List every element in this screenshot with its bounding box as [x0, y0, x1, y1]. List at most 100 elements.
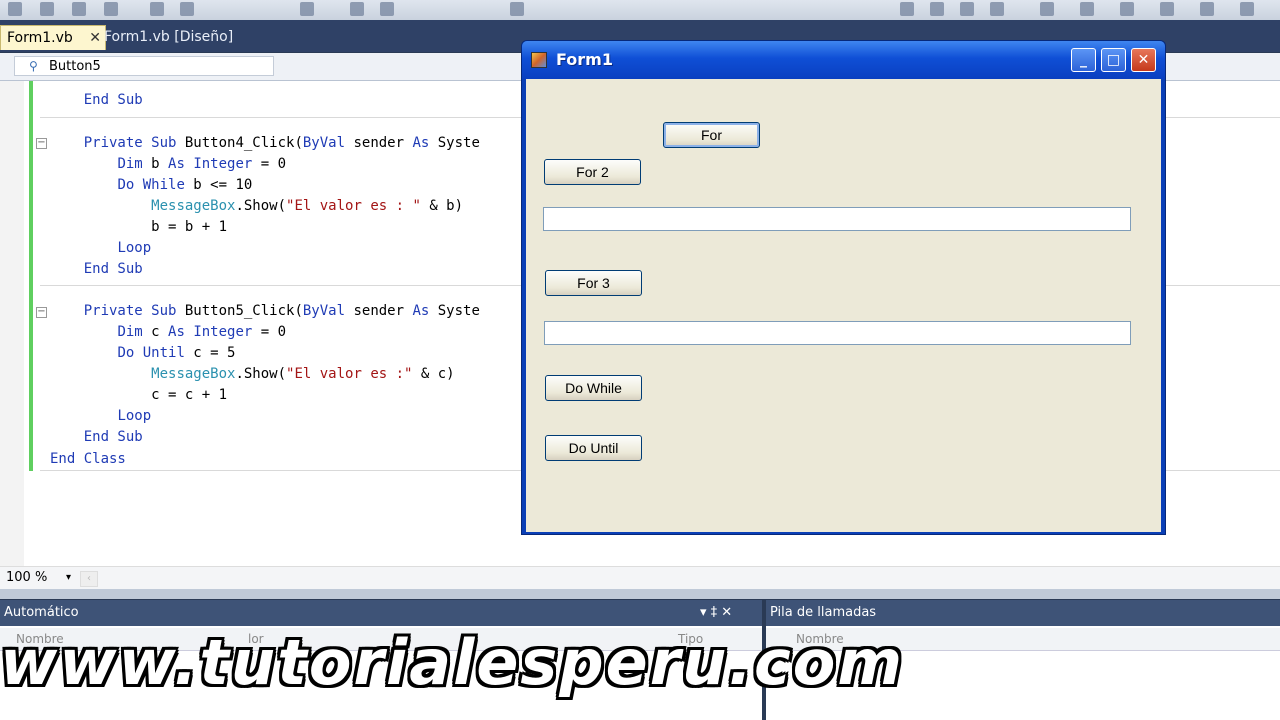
toolbar-icon[interactable] — [40, 2, 54, 16]
code-token: End Sub — [50, 92, 143, 108]
code-line: Private Sub Button4_Click(ByVal sender A… — [50, 133, 480, 154]
code-token: = 0 — [252, 156, 287, 172]
minimize-button[interactable]: _ — [1071, 48, 1096, 72]
code-token: Dim — [117, 324, 143, 340]
combo-value: Button5 — [49, 59, 101, 74]
do-until-button[interactable]: Do Until — [545, 435, 642, 461]
toolbar-icon[interactable] — [180, 2, 194, 16]
close-button[interactable]: ✕ — [1131, 48, 1156, 72]
toolbar-icon[interactable] — [8, 2, 22, 16]
code-token: End Sub — [83, 261, 143, 277]
code-token: Do Until — [117, 345, 185, 361]
code-line: End Sub — [50, 90, 143, 111]
code-token: Private Sub — [83, 135, 177, 151]
form-client-area: For For 2 For 3 Do While Do Until — [526, 79, 1161, 532]
panel-title: Automático ▾ ‡ ✕ — [0, 600, 762, 626]
tab-form1-design[interactable]: Form1.vb [Diseño] — [98, 25, 239, 49]
toolbar-icon[interactable] — [150, 2, 164, 16]
code-token: & c) — [412, 366, 455, 382]
code-token: & b) — [420, 198, 464, 214]
member-combo[interactable]: ⚲ Button5 — [14, 56, 274, 76]
tab-label: Form1.vb — [7, 30, 73, 46]
toolbar-icon[interactable] — [990, 2, 1004, 16]
toolbar-icon[interactable] — [930, 2, 944, 16]
toolbar-icon[interactable] — [960, 2, 974, 16]
toolbar-icon[interactable] — [300, 2, 314, 16]
code-line: Do Until c = 5 — [50, 343, 235, 364]
code-token: MessageBox — [151, 198, 236, 214]
code-token: Private Sub — [83, 303, 177, 319]
code-token: Loop — [117, 240, 152, 256]
code-line: Do While b <= 10 — [50, 175, 252, 196]
code-token: "El valor es : " — [286, 198, 421, 214]
tab-label: Form1.vb [Diseño] — [104, 29, 234, 45]
button-icon: ⚲ — [29, 59, 38, 73]
code-line: End Class — [50, 449, 126, 470]
code-token: .Show( — [235, 366, 287, 382]
code-token: ByVal — [302, 135, 346, 151]
code-line: b = b + 1 — [50, 217, 227, 238]
code-token: As — [412, 135, 430, 151]
toolbar-icon[interactable] — [1080, 2, 1094, 16]
scroll-left-icon[interactable]: ‹ — [80, 571, 98, 587]
maximize-button[interactable]: □ — [1101, 48, 1126, 72]
code-token: c = c + 1 — [50, 387, 228, 403]
watermark: www.tutorialesperu.com — [0, 626, 904, 699]
form-icon — [531, 52, 547, 68]
panel-title-label: Pila de llamadas — [770, 605, 877, 620]
toolbar-icon[interactable] — [350, 2, 364, 16]
do-while-button[interactable]: Do While — [545, 375, 642, 401]
chevron-down-icon[interactable]: ▾ — [66, 567, 71, 589]
change-marker — [29, 81, 33, 471]
toolbar-icon[interactable] — [1200, 2, 1214, 16]
code-token: Do While — [117, 177, 185, 193]
toolbar-icon[interactable] — [510, 2, 524, 16]
textbox-1[interactable] — [543, 207, 1131, 231]
collapse-icon[interactable]: − — [36, 307, 47, 318]
code-token: .Show( — [235, 198, 287, 214]
code-token: = 0 — [252, 324, 287, 340]
toolbar-icon[interactable] — [380, 2, 394, 16]
code-token: b <= 10 — [184, 177, 253, 193]
toolbar-icon[interactable] — [900, 2, 914, 16]
for3-button[interactable]: For 3 — [545, 270, 642, 296]
code-token: End Sub — [83, 429, 143, 445]
code-token: sender — [345, 303, 413, 319]
textbox-2[interactable] — [544, 321, 1131, 345]
code-line: End Sub — [50, 427, 143, 448]
code-token: "El valor es :" — [286, 366, 413, 382]
code-line: Loop — [50, 406, 151, 427]
toolbar-icon[interactable] — [1120, 2, 1134, 16]
code-token: c — [142, 324, 169, 340]
code-line: Dim c As Integer = 0 — [50, 322, 286, 343]
code-token: As Integer — [168, 156, 253, 172]
code-token: Syste — [429, 135, 480, 151]
code-line: MessageBox.Show("El valor es :" & c) — [50, 364, 455, 385]
code-line: End Sub — [50, 259, 143, 280]
panel-controls[interactable]: ▾ ‡ ✕ — [700, 600, 732, 626]
toolbar-icon[interactable] — [1240, 2, 1254, 16]
collapse-icon[interactable]: − — [36, 138, 47, 149]
code-token: Loop — [117, 408, 152, 424]
code-token: sender — [345, 135, 413, 151]
for-button[interactable]: For — [663, 122, 760, 148]
code-line: MessageBox.Show("El valor es : " & b) — [50, 196, 463, 217]
pane-divider[interactable] — [0, 589, 1280, 599]
window-title-bar[interactable]: Form1 _ □ ✕ — [522, 41, 1165, 79]
zoom-level[interactable]: 100 % — [6, 567, 47, 589]
tab-form1-vb[interactable]: Form1.vb ✕ — [0, 25, 106, 50]
toolbar-icon[interactable] — [1160, 2, 1174, 16]
toolbar-icon[interactable] — [1040, 2, 1054, 16]
code-line: Loop — [50, 238, 151, 259]
panel-title-label: Automático — [4, 605, 79, 620]
toolbar-icon[interactable] — [72, 2, 86, 16]
toolbar-icon[interactable] — [104, 2, 118, 16]
for2-button[interactable]: For 2 — [544, 159, 641, 185]
